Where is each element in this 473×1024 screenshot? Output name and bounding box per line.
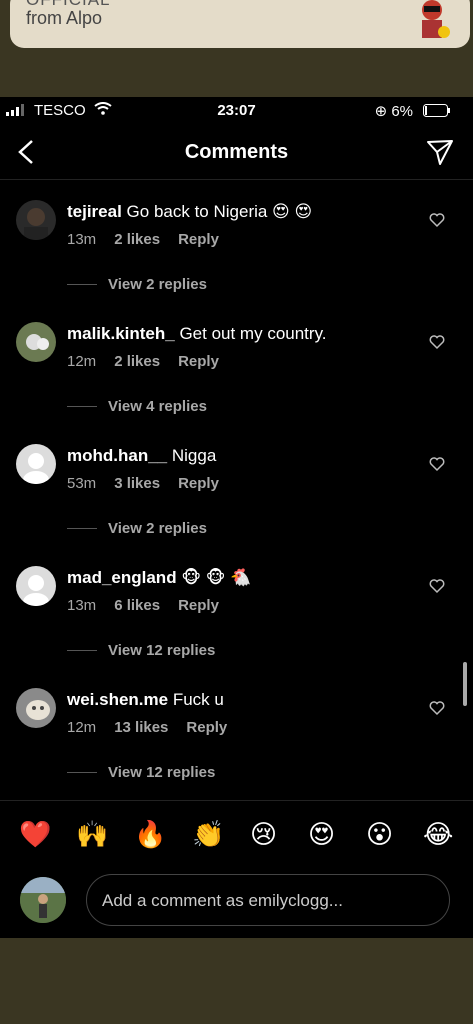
divider-line — [67, 650, 97, 651]
bitmoji-avatar-icon — [422, 0, 450, 38]
phone-screen: TESCO 23:07 ⊕ 6% Comments tejireal Go ba… — [0, 97, 473, 938]
emoji-heart-button[interactable]: ❤️ — [19, 819, 51, 850]
comment-text: tejireal Go back to Nigeria 😍 😍 — [67, 202, 312, 222]
comment-composer: Add a comment as emilyclogg... — [0, 869, 473, 933]
comment-time: 13m — [67, 231, 97, 248]
emoji-heart-eyes-button[interactable]: 😍 — [308, 819, 335, 850]
heart-icon[interactable] — [429, 700, 445, 716]
divider-line — [67, 528, 97, 529]
reply-button[interactable]: Reply — [178, 231, 219, 248]
page-title: Comments — [184, 141, 289, 163]
heart-icon[interactable] — [429, 212, 445, 228]
comment-body: Fuck u — [172, 690, 224, 709]
heart-icon[interactable] — [429, 578, 445, 594]
comment-meta: 12m 13 likes Reply — [67, 719, 245, 736]
comment-text: wei.shen.me Fuck u — [67, 690, 224, 710]
comment-text: malik.kinteh_ Get out my country. — [67, 324, 327, 344]
emoji-laughing-button[interactable]: 😂 — [423, 819, 453, 850]
heart-icon[interactable] — [429, 334, 445, 350]
battery: ⊕ 6% — [374, 102, 450, 120]
comment-time: 53m — [67, 475, 97, 492]
emoji-raised-hands-button[interactable]: 🙌 — [76, 819, 108, 850]
likes-link[interactable]: 2 likes — [114, 353, 160, 370]
comment-username[interactable]: mad_england — [67, 568, 177, 587]
avatar[interactable] — [16, 200, 56, 240]
comment-text: mohd.han__ Nigga — [67, 446, 216, 466]
avatar[interactable] — [16, 322, 56, 362]
comment-item: mohd.han__ Nigga 53m 3 likes Reply View 2 … — [0, 444, 473, 566]
emoji-fire-button[interactable]: 🔥 — [134, 819, 166, 850]
comment-body: 🐵 🐵 🐔 — [181, 568, 252, 587]
divider-line — [67, 772, 97, 773]
comment-body: Get out my country. — [179, 324, 327, 343]
likes-link[interactable]: 6 likes — [114, 597, 160, 614]
comment-meta: 13m 6 likes Reply — [67, 597, 237, 614]
comment-text: mad_england 🐵 🐵 🐔 — [67, 568, 251, 588]
emoji-surprised-button[interactable]: 😮 — [366, 819, 393, 850]
reply-button[interactable]: Reply — [186, 719, 227, 736]
likes-link[interactable]: 3 likes — [114, 475, 160, 492]
comment-time: 12m — [67, 719, 97, 736]
comment-username[interactable]: wei.shen.me — [67, 690, 168, 709]
comment-item: malik.kinteh_ Get out my country. 12m 2 l… — [0, 322, 473, 444]
battery-icon — [422, 104, 450, 117]
likes-link[interactable]: 13 likes — [114, 719, 168, 736]
comment-meta: 53m 3 likes Reply — [67, 475, 237, 492]
battery-percent: 6% — [391, 103, 413, 120]
divider-line — [67, 284, 97, 285]
reply-button[interactable]: Reply — [178, 353, 219, 370]
avatar[interactable] — [16, 444, 56, 484]
view-replies-button[interactable]: View 4 replies — [108, 398, 207, 415]
view-replies-button[interactable]: View 12 replies — [108, 642, 215, 659]
view-replies-button[interactable]: View 12 replies — [108, 764, 215, 781]
comment-time: 13m — [67, 597, 97, 614]
notification-subtitle: from Alpo — [26, 8, 103, 28]
nav-bar: Comments — [0, 125, 473, 180]
scrollbar[interactable] — [463, 662, 467, 706]
comment-input[interactable]: Add a comment as emilyclogg... — [86, 874, 450, 926]
heart-icon[interactable] — [429, 456, 445, 472]
lock-rotation-icon: ⊕ — [374, 103, 388, 120]
avatar[interactable] — [16, 566, 56, 606]
emoji-crying-button[interactable]: 😢 — [250, 819, 277, 850]
emoji-clap-button[interactable]: 👏 — [192, 819, 224, 850]
divider-line — [67, 406, 97, 407]
status-bar: TESCO 23:07 ⊕ 6% — [0, 97, 473, 125]
view-replies-button[interactable]: View 2 replies — [108, 520, 207, 537]
reply-button[interactable]: Reply — [178, 597, 219, 614]
comment-meta: 13m 2 likes Reply — [67, 231, 237, 248]
likes-link[interactable]: 2 likes — [114, 231, 160, 248]
comment-time: 12m — [67, 353, 97, 370]
send-icon[interactable] — [425, 137, 455, 167]
comment-body: Go back to Nigeria 😍 😍 — [126, 202, 313, 221]
comment-username[interactable]: mohd.han__ — [67, 446, 167, 465]
comment-item: mad_england 🐵 🐵 🐔 13m 6 likes Reply View 1… — [0, 566, 473, 688]
comment-meta: 12m 2 likes Reply — [67, 353, 237, 370]
notification-banner[interactable]: OFFICIAL from Alpo — [10, 0, 470, 48]
view-replies-button[interactable]: View 2 replies — [108, 276, 207, 293]
avatar — [20, 877, 66, 923]
comment-username[interactable]: tejireal — [67, 202, 122, 221]
comment-username[interactable]: malik.kinteh_ — [67, 324, 175, 343]
avatar[interactable] — [16, 688, 56, 728]
comment-item: tejireal Go back to Nigeria 😍 😍 13m 2 lik… — [0, 200, 473, 322]
comment-body: Nigga — [171, 446, 217, 465]
reply-button[interactable]: Reply — [178, 475, 219, 492]
emoji-reaction-bar: ❤️ 🙌 🔥 👏 😢 😍 😮 😂 — [0, 800, 473, 873]
comment-item: wei.shen.me Fuck u 12m 13 likes Reply View… — [0, 688, 473, 810]
